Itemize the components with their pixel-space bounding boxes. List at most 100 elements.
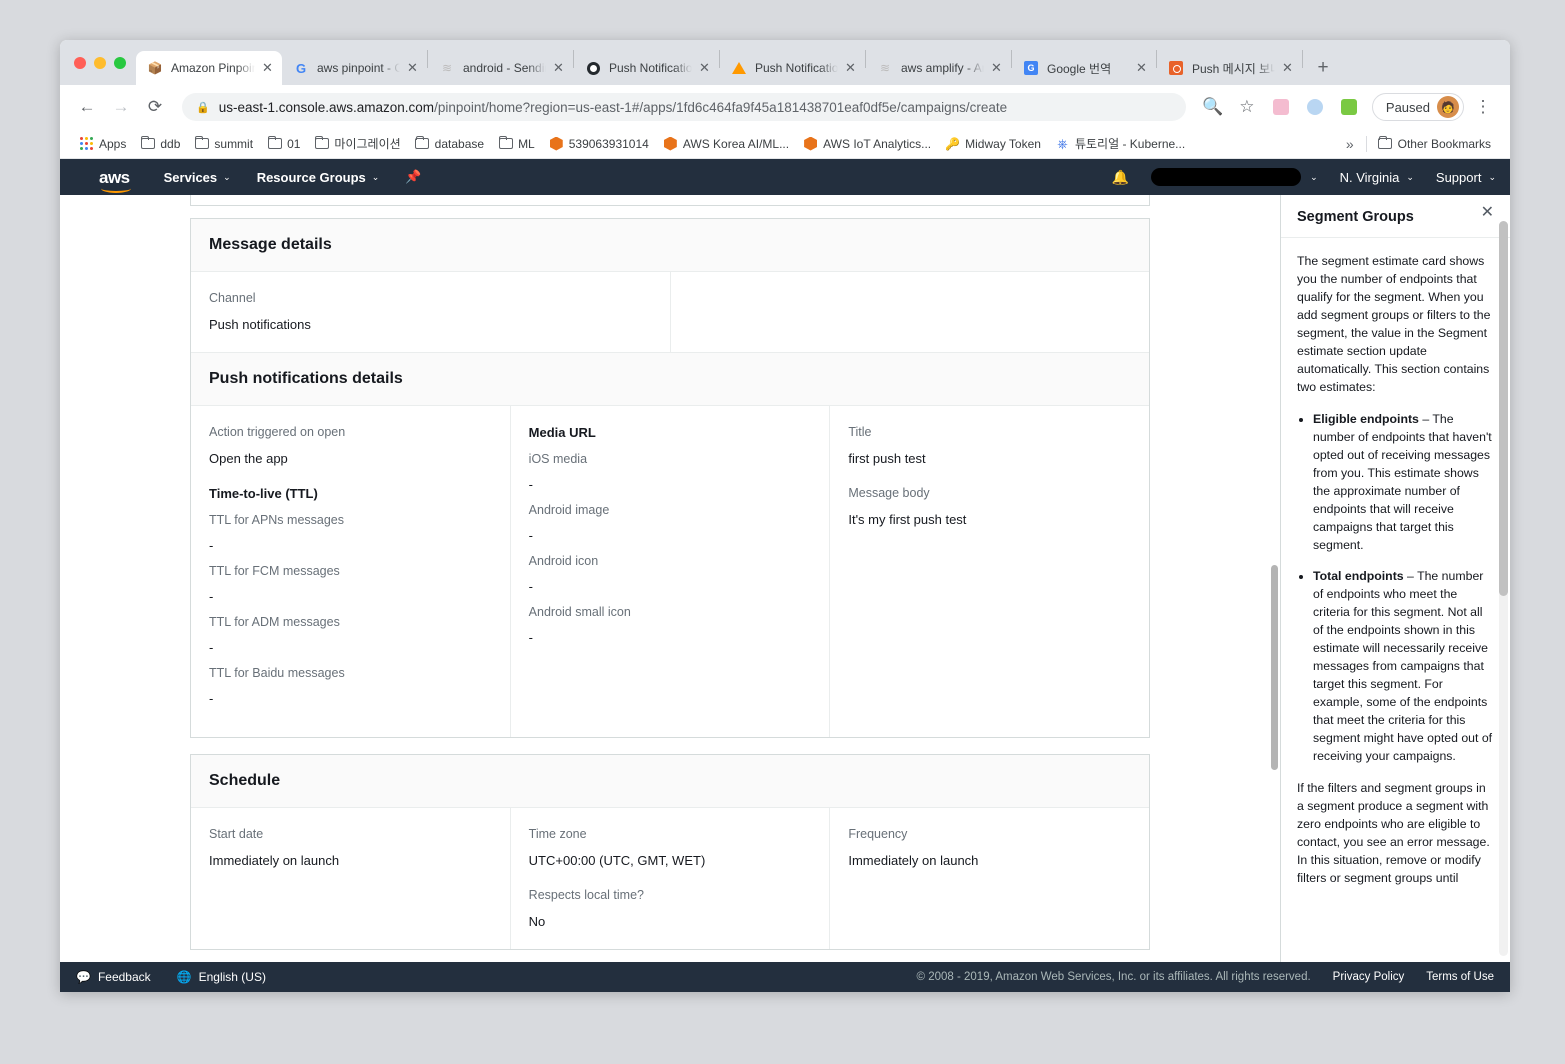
bookmark-aws-korea-ai-ml[interactable]: AWS Korea AI/ML... [656,133,796,154]
time-zone-label: Time zone [528,827,587,841]
folder-icon [498,135,513,151]
browser-tab-google-translate[interactable]: G Google 번역 ✕ [1012,51,1156,85]
bookmarks-overflow-icon[interactable]: » [1338,136,1362,152]
bookmark-summit[interactable]: summit [187,133,260,154]
language-selector[interactable]: 🌐 English (US) [177,970,266,984]
action-label: Action triggered on open [209,425,346,439]
firebase-icon [731,60,747,76]
nav-label: Resource Groups [256,169,366,185]
bookmark-ddb[interactable]: ddb [133,133,187,154]
extension-papago-icon[interactable] [1334,92,1364,122]
browser-tab-aws-amplify[interactable]: ≋ aws amplify - Am ✕ [866,51,1011,85]
close-icon[interactable]: ✕ [842,60,859,77]
close-icon[interactable]: ✕ [404,60,421,77]
bookmark-star-icon[interactable]: ☆ [1232,92,1262,122]
folder-icon [267,135,282,151]
footer-right-group: © 2008 - 2019, Amazon Web Services, Inc.… [917,971,1494,983]
help-bullet-total-endpoints: Total endpoints – The number of endpoint… [1313,567,1494,765]
close-icon[interactable]: ✕ [259,60,276,77]
browser-tab-aws-pinpoint-google[interactable]: G aws pinpoint - Go ✕ [282,51,427,85]
main-scrollbar-track[interactable] [1269,195,1278,962]
aws-footer: 💬 Feedback 🌐 English (US) © 2008 - 2019,… [60,962,1510,992]
bookmark-database[interactable]: database [408,133,491,154]
minimize-window-button[interactable] [94,56,106,69]
browser-menu-icon[interactable]: ⋮ [1468,92,1498,122]
extension-blue-icon[interactable] [1300,92,1330,122]
close-icon[interactable]: ✕ [1133,60,1150,77]
bookmark-other-bookmarks[interactable]: Other Bookmarks [1371,133,1498,154]
bookmark-migration[interactable]: 마이그레이션 [307,132,407,155]
media-android-icon: Android icon - [529,554,812,594]
close-icon[interactable]: ✕ [988,60,1005,77]
ttl-adm-label: TTL for ADM messages [209,615,340,629]
bullet-text: – The number of endpoints that haven't o… [1313,412,1492,552]
ttl-baidu-value: - [209,691,214,706]
media-android-small-icon: Android small icon - [529,605,812,645]
empty-column [671,272,1150,352]
help-scrollbar-thumb[interactable] [1499,221,1508,596]
close-icon[interactable]: ✕ [696,60,713,77]
profile-button[interactable]: Paused 🧑 [1371,93,1464,121]
bullet-term: Eligible endpoints [1313,412,1419,426]
close-window-button[interactable] [74,56,86,69]
bookmark-01[interactable]: 01 [260,133,307,154]
bookmark-aws-iot-analytics[interactable]: AWS IoT Analytics... [796,133,938,154]
ttl-fcm-label: TTL for FCM messages [209,564,340,578]
copyright-text: © 2008 - 2019, Amazon Web Services, Inc.… [916,971,1311,983]
new-tab-button[interactable]: + [1309,54,1337,82]
privacy-policy-link[interactable]: Privacy Policy [1333,971,1405,983]
close-icon[interactable]: ✕ [1279,60,1296,77]
pin-icon[interactable]: 📌 [405,169,421,185]
bookmark-label: ML [518,136,535,151]
push-details-body: Action triggered on open Open the app Ti… [191,406,1149,737]
bookmark-midway-token[interactable]: 🔑 Midway Token [938,133,1048,154]
bookmark-label: AWS Korea AI/ML... [682,136,790,151]
bookmark-kubernetes-tutorial[interactable]: ⎈ 튜토리얼 - Kuberne... [1048,132,1192,155]
bell-icon[interactable]: 🔔 [1112,169,1129,186]
google-translate-icon: G [1023,60,1039,76]
address-bar[interactable]: 🔒 us-east-1.console.aws.amazon.com/pinpo… [182,93,1186,121]
bookmark-ml[interactable]: ML [491,133,542,154]
window-controls [70,40,136,85]
browser-tab-push-notification-github[interactable]: Push Notification ✕ [574,51,719,85]
browser-tab-push-message-korean[interactable]: Push 메시지 보내기 ✕ [1157,51,1302,85]
forward-icon[interactable]: → [106,92,136,122]
close-icon[interactable]: ✕ [550,60,567,77]
aws-cube-icon [663,136,678,151]
nav-services[interactable]: Services ⌄ [164,170,231,185]
browser-tab-push-notification-firebase[interactable]: Push Notification ✕ [720,51,865,85]
search-icon[interactable]: 🔍 [1198,92,1228,122]
nav-account-menu[interactable]: ⌄ [1151,168,1318,186]
channel-value: Push notifications [209,317,311,332]
main-scrollbar-thumb[interactable] [1271,565,1278,770]
bullet-text: – The number of endpoints who meet the c… [1313,569,1493,763]
ttl-heading: Time-to-live (TTL) [209,486,318,501]
help-bullet-eligible-endpoints: Eligible endpoints – The number of endpo… [1313,410,1494,554]
maximize-window-button[interactable] [114,56,126,69]
ios-media-value: - [528,477,534,492]
help-scrollbar-track[interactable] [1499,221,1508,956]
nav-label: Services [163,169,218,185]
reload-icon[interactable]: ⟳ [140,92,170,122]
feedback-link[interactable]: 💬 Feedback [76,970,151,984]
close-icon[interactable]: ✕ [1481,205,1494,221]
folder-icon [415,135,430,151]
browser-tab-amazon-pinpoint[interactable]: 📦 Amazon Pinpoint ✕ [136,51,282,85]
browser-tab-android-sending[interactable]: ≋ android - Sending ✕ [428,51,573,85]
tab-label: android - Sending [463,61,546,75]
nav-region-menu[interactable]: N. Virginia ⌄ [1340,170,1414,185]
ios-media-label: iOS media [528,452,588,466]
aws-logo[interactable]: aws [99,169,131,193]
nav-support-menu[interactable]: Support ⌄ [1436,170,1496,185]
back-icon[interactable]: ← [72,92,102,122]
nav-resource-groups[interactable]: Resource Groups ⌄ [257,170,380,185]
nav-right-group: 🔔 ⌄ N. Virginia ⌄ Support ⌄ [1112,168,1496,186]
ttl-apns-value: - [209,538,214,553]
feedback-label: Feedback [97,970,151,984]
bookmark-account-539063931014[interactable]: 539063931014 [542,133,656,154]
terms-of-use-link[interactable]: Terms of Use [1426,971,1494,983]
extension-pink-icon[interactable] [1266,92,1296,122]
bookmark-apps[interactable]: Apps [72,133,133,154]
start-date-label: Start date [209,827,264,841]
ttl-baidu-label: TTL for Baidu messages [209,666,345,680]
